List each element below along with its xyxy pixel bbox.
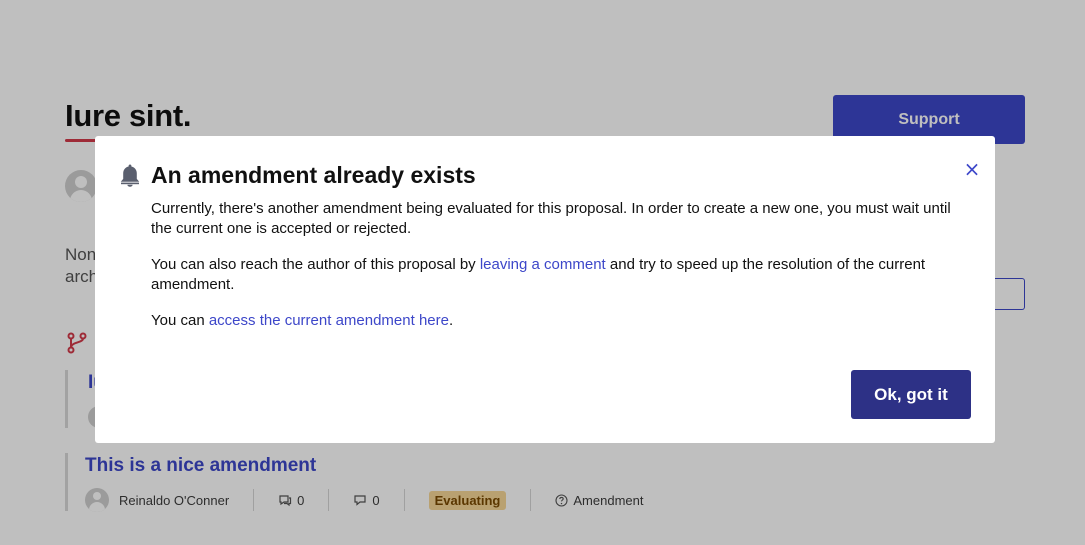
paragraph-text: You can also reach the author of this pr… — [151, 256, 480, 273]
modal-header: An amendment already exists — [119, 162, 476, 189]
leave-comment-link[interactable]: leaving a comment — [480, 256, 606, 273]
close-icon[interactable]: × — [961, 158, 983, 180]
bell-icon — [119, 163, 141, 187]
paragraph-text: . — [448, 312, 454, 329]
amendment-exists-modal: An amendment already exists × Currently,… — [95, 136, 995, 443]
modal-paragraph: Currently, there's another amendment bei… — [151, 200, 951, 237]
paragraph-text: You can — [151, 312, 209, 329]
modal-paragraph: You can access the current amendment her… — [151, 311, 971, 331]
current-amendment-link[interactable]: access the current amendment here — [209, 312, 449, 329]
modal-title: An amendment already exists — [151, 162, 476, 188]
modal-paragraph: You can also reach the author of this pr… — [151, 255, 971, 295]
ok-button[interactable]: Ok, got it — [851, 370, 971, 419]
modal-body: Currently, there's another amendment bei… — [151, 199, 971, 347]
